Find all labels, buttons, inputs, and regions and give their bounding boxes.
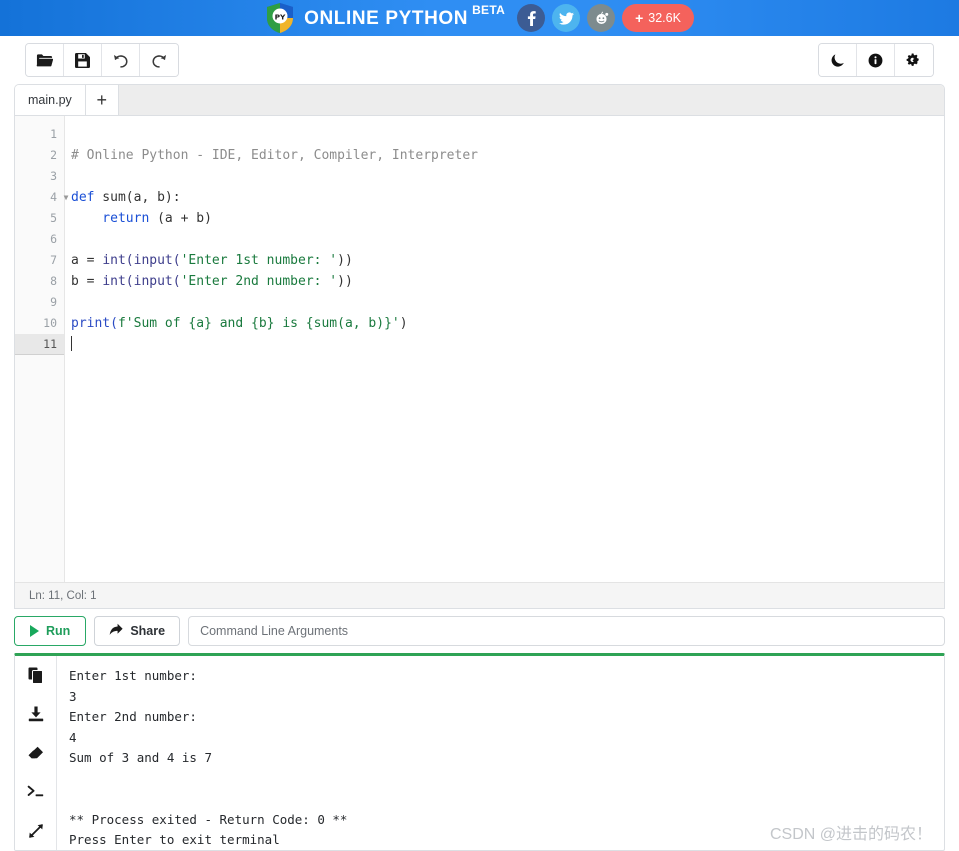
brand: PY ONLINE PYTHON BETA — [265, 2, 505, 34]
code-line-2: # Online Python - IDE, Editor, Compiler,… — [71, 148, 478, 163]
twitter-share-button[interactable] — [552, 4, 581, 32]
text-cursor — [71, 336, 72, 351]
line-number: 7 — [50, 253, 57, 267]
run-button[interactable]: Run — [14, 616, 87, 646]
brand-title: ONLINE PYTHON — [304, 7, 469, 29]
code-line-11 — [71, 334, 944, 355]
undo-icon — [112, 53, 129, 68]
line-number: 2 — [50, 148, 57, 162]
redo-button[interactable] — [140, 44, 178, 76]
code-line-7: a = int(input('Enter 1st number: ')) — [71, 253, 353, 268]
redo-icon — [151, 53, 168, 68]
settings-action-group — [818, 43, 934, 77]
code-line-4: def sum(a, b): — [71, 190, 181, 205]
plus-icon: + — [96, 89, 108, 110]
run-bar: Run Share — [14, 616, 945, 646]
follow-count-label: 32.6K — [648, 11, 681, 25]
brand-beta-badge: BETA — [472, 3, 506, 17]
file-tab-label: main.py — [28, 92, 72, 107]
terminal-prompt-icon[interactable] — [26, 782, 46, 802]
output-sidebar — [15, 656, 57, 850]
editor-toolbar — [0, 36, 959, 84]
code-line-10: print(f'Sum of {a} and {b} is {sum(a, b)… — [71, 316, 408, 331]
copy-icon[interactable] — [26, 665, 46, 685]
line-number-active: 11 — [15, 334, 64, 355]
info-button[interactable] — [857, 44, 895, 76]
svg-text:PY: PY — [275, 12, 286, 21]
share-button[interactable]: Share — [94, 616, 181, 646]
code-text[interactable]: # Online Python - IDE, Editor, Compiler,… — [65, 116, 944, 582]
file-tab-main-py[interactable]: main.py — [15, 85, 86, 115]
dark-mode-button[interactable] — [819, 44, 857, 76]
code-line-8: b = int(input('Enter 2nd number: ')) — [71, 274, 353, 289]
share-button-label: Share — [130, 624, 166, 638]
moon-icon — [830, 52, 846, 68]
code-editor-panel: main.py + 1 2 3 4 ▼ 5 6 7 8 9 10 11 # Onl… — [14, 84, 945, 609]
line-number: 10 — [43, 316, 57, 330]
follow-count-button[interactable]: + 32.6K — [622, 4, 694, 32]
line-number: 9 — [50, 295, 57, 309]
open-folder-icon — [36, 53, 53, 68]
save-icon — [75, 52, 90, 68]
play-icon — [30, 625, 39, 637]
app-header: PY ONLINE PYTHON BETA + 32.6K — [0, 0, 959, 36]
eraser-clear-icon[interactable] — [26, 743, 46, 763]
settings-button[interactable] — [895, 44, 933, 76]
share-arrow-icon — [109, 623, 123, 639]
code-line-5: return (a + b) — [71, 211, 212, 226]
python-shield-logo-icon: PY — [265, 2, 295, 34]
download-icon[interactable] — [26, 704, 46, 724]
code-area[interactable]: 1 2 3 4 ▼ 5 6 7 8 9 10 11 # Online Python… — [15, 116, 944, 582]
output-console-text: Enter 1st number: 3 Enter 2nd number: 4 … — [69, 668, 348, 847]
run-button-label: Run — [46, 624, 71, 638]
info-icon — [868, 53, 883, 68]
facebook-share-button[interactable] — [517, 4, 546, 32]
add-tab-button[interactable]: + — [85, 85, 119, 115]
expand-fullscreen-icon[interactable] — [26, 821, 46, 841]
social-buttons: + 32.6K — [517, 4, 694, 32]
line-number: 4 ▼ — [15, 187, 68, 208]
line-number: 8 — [50, 274, 57, 288]
plus-icon: + — [635, 10, 644, 26]
output-panel: Enter 1st number: 3 Enter 2nd number: 4 … — [14, 653, 945, 851]
line-number-gutter: 1 2 3 4 ▼ 5 6 7 8 9 10 11 — [15, 116, 68, 582]
reddit-share-button[interactable] — [587, 4, 616, 32]
cursor-position-label: Ln: 11, Col: 1 — [29, 589, 97, 602]
save-file-button[interactable] — [64, 44, 102, 76]
command-line-arguments-input[interactable] — [188, 616, 945, 646]
line-number: 1 — [50, 127, 57, 141]
open-file-button[interactable] — [26, 44, 64, 76]
line-number: 5 — [50, 211, 57, 225]
file-tab-bar: main.py + — [15, 85, 944, 116]
line-number: 3 — [50, 169, 57, 183]
undo-button[interactable] — [102, 44, 140, 76]
line-number: 6 — [50, 232, 57, 246]
file-action-group — [25, 43, 179, 77]
settings-gears-icon — [905, 52, 923, 68]
editor-status-bar: Ln: 11, Col: 1 — [15, 582, 944, 608]
